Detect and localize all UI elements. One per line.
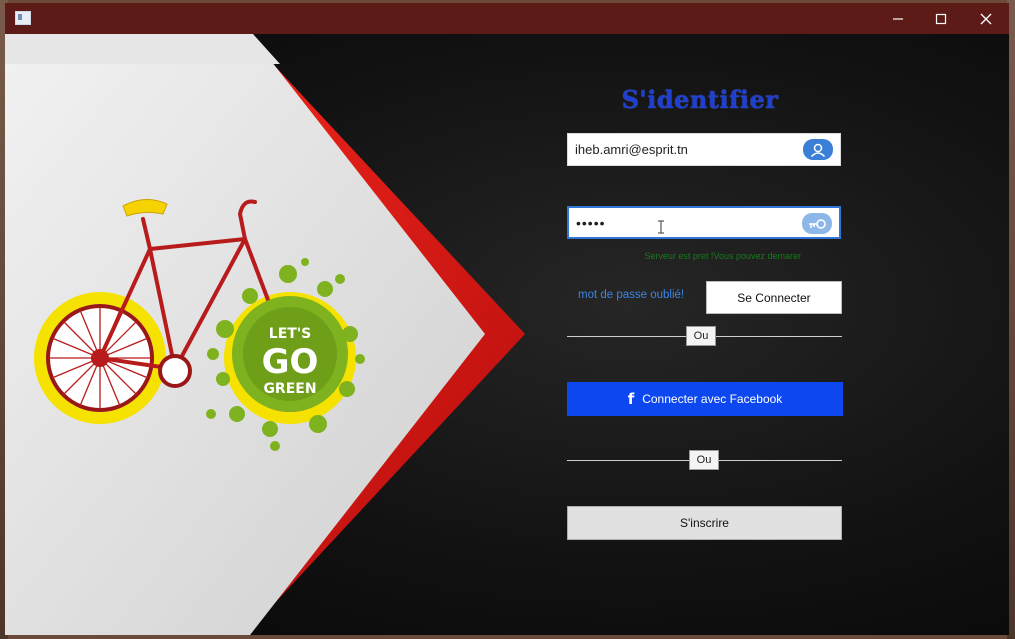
- server-status-text: Serveur est pret !Vous pouvez demarer: [644, 251, 801, 261]
- text-cursor-icon: [658, 220, 664, 234]
- badge-text-go: GO: [262, 342, 319, 382]
- signup-button[interactable]: S'inscrire: [567, 506, 842, 540]
- close-button[interactable]: [963, 3, 1009, 34]
- email-field[interactable]: [567, 133, 841, 166]
- badge-text-green: GREEN: [263, 381, 316, 397]
- maximize-button[interactable]: [918, 3, 964, 34]
- app-icon: [15, 11, 31, 25]
- separator-label-2: Ou: [689, 450, 719, 470]
- minimize-button[interactable]: [875, 3, 921, 34]
- facebook-login-button[interactable]: f Connecter avec Facebook: [567, 382, 843, 416]
- close-icon: [980, 13, 992, 24]
- go-green-illustration: LET'S GO GREEN: [5, 34, 525, 635]
- key-icon[interactable]: [802, 213, 832, 234]
- title-bar[interactable]: [5, 3, 1009, 34]
- facebook-f-icon: f: [627, 390, 635, 408]
- separator-label-1: Ou: [686, 326, 716, 346]
- password-field[interactable]: [567, 206, 841, 239]
- gray-chevron-top: [5, 34, 280, 64]
- badge-text-lets: LET'S: [269, 326, 311, 342]
- page-title: S'identifier: [621, 85, 779, 114]
- minimize-icon: [893, 17, 903, 20]
- facebook-login-label: Connecter avec Facebook: [642, 392, 783, 406]
- user-icon[interactable]: [803, 139, 833, 160]
- connect-button[interactable]: Se Connecter: [706, 281, 842, 314]
- email-input[interactable]: [575, 134, 800, 165]
- forgot-password-link[interactable]: mot de passe oublié!: [578, 289, 684, 301]
- login-window: LET'S GO GREEN S'identifier Serveur est …: [5, 3, 1009, 635]
- maximize-icon: [935, 13, 947, 24]
- password-input[interactable]: [576, 208, 801, 237]
